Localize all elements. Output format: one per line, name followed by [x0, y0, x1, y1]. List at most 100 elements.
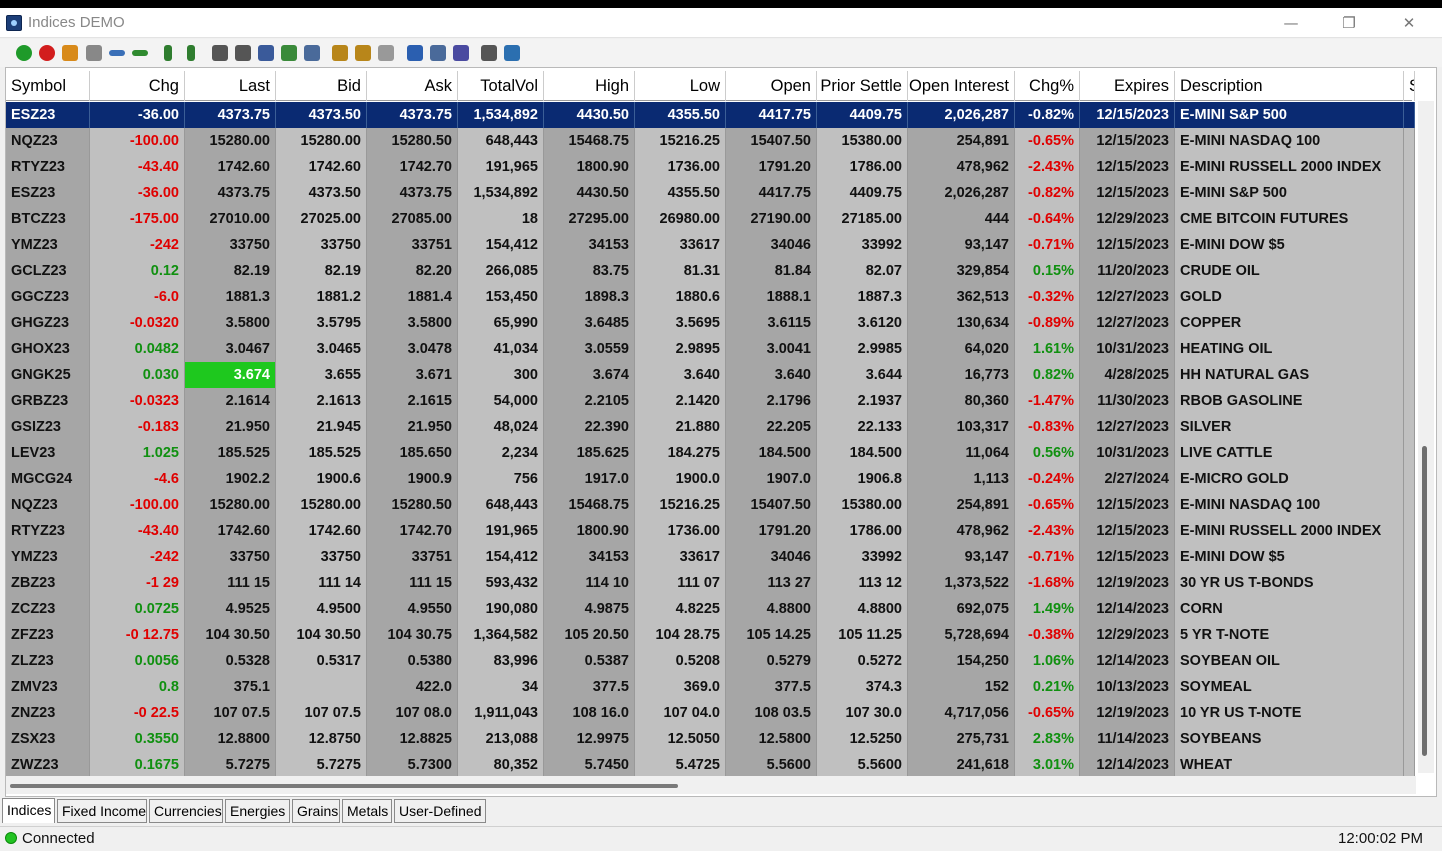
cell-symbol[interactable]: ZSX23 — [6, 726, 90, 752]
cell-open-interest[interactable]: 16,773 — [908, 362, 1015, 388]
cell-bid[interactable]: 1900.6 — [276, 466, 367, 492]
cell-prior-settle[interactable]: 374.3 — [817, 674, 908, 700]
table-row[interactable]: MGCG24 -4.6 1902.2 1900.6 1900.9 756 1917.0 190… — [6, 466, 1415, 492]
cell-low[interactable]: 21.880 — [635, 414, 726, 440]
cell-symbol[interactable]: ZWZ23 — [6, 752, 90, 778]
cell-prior-settle[interactable]: 1887.3 — [817, 284, 908, 310]
cell-last[interactable]: 5.7275 — [185, 752, 276, 778]
cell-chg-pct[interactable]: -0.38% — [1015, 622, 1080, 648]
cell-chg[interactable]: -4.6 — [90, 466, 185, 492]
cell-symbol[interactable]: NQZ23 — [6, 492, 90, 518]
cell-symbol[interactable]: ZCZ23 — [6, 596, 90, 622]
cell-low[interactable]: 1880.6 — [635, 284, 726, 310]
cell-totalvol[interactable]: 300 — [458, 362, 544, 388]
tab-grains[interactable]: Grains — [292, 799, 340, 823]
cell-high[interactable]: 34153 — [544, 232, 635, 258]
cell-description[interactable]: CORN — [1175, 596, 1404, 622]
cell-ask[interactable]: 1742.70 — [367, 518, 458, 544]
cell-ask[interactable]: 3.671 — [367, 362, 458, 388]
cell-expires[interactable]: 12/15/2023 — [1080, 232, 1175, 258]
cell-description[interactable]: E-MINI S&P 500 — [1175, 180, 1404, 206]
cell-chg[interactable]: 0.0482 — [90, 336, 185, 362]
cell-open[interactable]: 3.640 — [726, 362, 817, 388]
cell-high[interactable]: 22.390 — [544, 414, 635, 440]
remove-icon[interactable] — [39, 45, 55, 61]
cell-chg[interactable]: -100.00 — [90, 128, 185, 154]
cell-bid[interactable]: 107 07.5 — [276, 700, 367, 726]
cell-totalvol[interactable]: 1,911,043 — [458, 700, 544, 726]
cell-high[interactable]: 15468.75 — [544, 128, 635, 154]
cell-ask[interactable]: 21.950 — [367, 414, 458, 440]
cell-open-interest[interactable]: 692,075 — [908, 596, 1015, 622]
cell-prior-settle[interactable]: 0.5272 — [817, 648, 908, 674]
column-header-open[interactable]: Open — [726, 71, 817, 101]
table-row[interactable]: NQZ23 -100.00 15280.00 15280.00 15280.50 648,… — [6, 492, 1415, 518]
cell-open-interest[interactable]: 444 — [908, 206, 1015, 232]
cell-last[interactable]: 33750 — [185, 232, 276, 258]
cell-symbol[interactable]: NQZ23 — [6, 128, 90, 154]
cell-open-interest[interactable]: 241,618 — [908, 752, 1015, 778]
cell-ask[interactable]: 1900.9 — [367, 466, 458, 492]
cell-bid[interactable]: 12.8750 — [276, 726, 367, 752]
cell-open-interest[interactable]: 103,317 — [908, 414, 1015, 440]
cell-totalvol[interactable]: 65,990 — [458, 310, 544, 336]
table-row[interactable]: ESZ23 -36.00 4373.75 4373.50 4373.75 1,534,89… — [6, 180, 1415, 206]
cell-last[interactable]: 15280.00 — [185, 128, 276, 154]
cell-description[interactable]: SOYBEANS — [1175, 726, 1404, 752]
cell-chg[interactable]: -36.00 — [90, 102, 185, 128]
cell-low[interactable]: 26980.00 — [635, 206, 726, 232]
cell-chg-pct[interactable]: 0.56% — [1015, 440, 1080, 466]
cell-chg[interactable]: -242 — [90, 544, 185, 570]
cell-symbol[interactable]: ZFZ23 — [6, 622, 90, 648]
cell-open[interactable]: 15407.50 — [726, 128, 817, 154]
cell-description[interactable]: HH NATURAL GAS — [1175, 362, 1404, 388]
cell-totalvol[interactable]: 1,534,892 — [458, 180, 544, 206]
cell-symbol[interactable]: GSIZ23 — [6, 414, 90, 440]
table-row[interactable]: ZLZ23 0.0056 0.5328 0.5317 0.5380 83,996 0.538… — [6, 648, 1415, 674]
cell-chg-pct[interactable]: 0.21% — [1015, 674, 1080, 700]
link-icon[interactable] — [453, 45, 469, 61]
cell-chg-pct[interactable]: -0.82% — [1015, 180, 1080, 206]
cell-open[interactable]: 4.8800 — [726, 596, 817, 622]
cell-low[interactable]: 4.8225 — [635, 596, 726, 622]
cell-low[interactable]: 104 28.75 — [635, 622, 726, 648]
cell-expires[interactable]: 12/14/2023 — [1080, 752, 1175, 778]
column-header-description[interactable]: Description — [1175, 71, 1404, 101]
cell-prior-settle[interactable]: 4409.75 — [817, 180, 908, 206]
column-header-symbol[interactable]: Symbol — [6, 71, 90, 101]
cell-bid[interactable]: 4373.50 — [276, 180, 367, 206]
cell-description[interactable]: E-MICRO GOLD — [1175, 466, 1404, 492]
cell-prior-settle[interactable]: 2.9985 — [817, 336, 908, 362]
cell-low[interactable]: 5.4725 — [635, 752, 726, 778]
cell-open[interactable]: 184.500 — [726, 440, 817, 466]
cell-open[interactable]: 113 27 — [726, 570, 817, 596]
cell-ask[interactable]: 111 15 — [367, 570, 458, 596]
cell-open-interest[interactable]: 11,064 — [908, 440, 1015, 466]
cell-last[interactable]: 0.5328 — [185, 648, 276, 674]
cell-open[interactable]: 1888.1 — [726, 284, 817, 310]
cell-ask[interactable]: 1881.4 — [367, 284, 458, 310]
cell-expires[interactable]: 12/27/2023 — [1080, 310, 1175, 336]
table-row[interactable]: GHGZ23 -0.0320 3.5800 3.5795 3.5800 65,990 3.6… — [6, 310, 1415, 336]
cut-icon[interactable] — [481, 45, 497, 61]
cell-ask[interactable]: 2.1615 — [367, 388, 458, 414]
cell-chg[interactable]: 0.0725 — [90, 596, 185, 622]
cell-description[interactable]: E-MINI DOW $5 — [1175, 544, 1404, 570]
cell-open[interactable]: 3.6115 — [726, 310, 817, 336]
cell-bid[interactable]: 3.5795 — [276, 310, 367, 336]
cell-chg-pct[interactable]: 0.15% — [1015, 258, 1080, 284]
cell-high[interactable]: 114 10 — [544, 570, 635, 596]
cell-open[interactable]: 4417.75 — [726, 180, 817, 206]
table-row[interactable]: GRBZ23 -0.0323 2.1614 2.1613 2.1615 54,000 2.2… — [6, 388, 1415, 414]
redo-icon[interactable] — [132, 50, 148, 56]
cell-last[interactable]: 21.950 — [185, 414, 276, 440]
cell-low[interactable]: 4355.50 — [635, 102, 726, 128]
table-row[interactable]: LEV23 1.025 185.525 185.525 185.650 2,234 185.… — [6, 440, 1415, 466]
cell-open-interest[interactable]: 254,891 — [908, 492, 1015, 518]
cell-open-interest[interactable]: 275,731 — [908, 726, 1015, 752]
cell-last[interactable]: 4373.75 — [185, 102, 276, 128]
cell-prior-settle[interactable]: 82.07 — [817, 258, 908, 284]
cell-expires[interactable]: 12/19/2023 — [1080, 570, 1175, 596]
cell-last[interactable]: 1742.60 — [185, 154, 276, 180]
cell-totalvol[interactable]: 648,443 — [458, 128, 544, 154]
